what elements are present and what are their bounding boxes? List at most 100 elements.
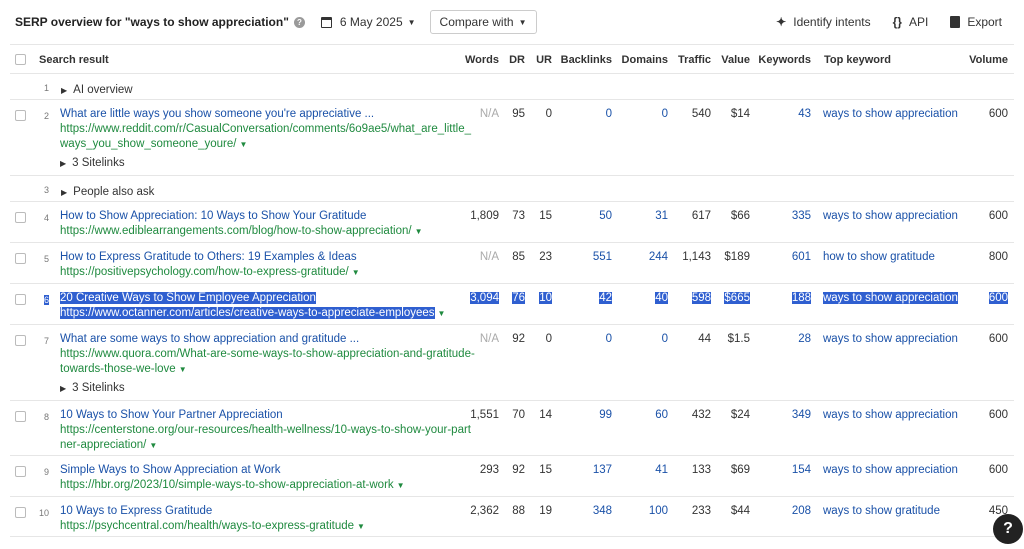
- chevron-down-icon[interactable]: ▼: [179, 365, 187, 374]
- table-header: Search result Words DR UR Backlinks Doma…: [10, 45, 1014, 74]
- top-keyword-value: ways to show gratitude: [823, 505, 940, 517]
- cell-keywords[interactable]: 28: [798, 333, 811, 345]
- cell-backlinks[interactable]: 50: [599, 210, 612, 222]
- chevron-down-icon[interactable]: ▼: [149, 441, 157, 450]
- select-all-checkbox[interactable]: [15, 54, 26, 65]
- top-keyword-link[interactable]: ways to show gratitude: [823, 505, 940, 517]
- row-checkbox[interactable]: [15, 294, 26, 305]
- top-keyword-link[interactable]: ways to show appreciation: [823, 333, 958, 345]
- section-toggle[interactable]: ▶ AI overview: [61, 84, 133, 96]
- cell-ur: 15: [539, 210, 552, 222]
- date-picker[interactable]: 6 May 2025 ▼: [320, 15, 416, 29]
- cell-ur-value: 15: [539, 464, 552, 476]
- chevron-down-icon[interactable]: ▼: [438, 309, 446, 318]
- result-title-link[interactable]: How to Express Gratitude to Others: 19 E…: [60, 251, 357, 263]
- row-checkbox[interactable]: [15, 507, 26, 518]
- chevron-down-icon[interactable]: ▼: [357, 522, 365, 531]
- top-keyword-link[interactable]: ways to show appreciation: [823, 292, 958, 304]
- top-keyword-link[interactable]: ways to show appreciation: [823, 108, 958, 120]
- col-top-keyword[interactable]: Top keyword: [824, 54, 891, 66]
- chevron-down-icon[interactable]: ▼: [352, 268, 360, 277]
- cell-keywords[interactable]: 154: [792, 464, 811, 476]
- sitelinks-toggle[interactable]: ▶ 3 Sitelinks: [60, 157, 125, 169]
- cell-domains[interactable]: 244: [649, 251, 668, 263]
- chevron-down-icon[interactable]: ▼: [397, 481, 405, 490]
- col-domains[interactable]: Domains: [622, 54, 668, 66]
- col-keywords[interactable]: Keywords: [758, 54, 811, 66]
- top-keyword-value: ways to show appreciation: [823, 108, 958, 120]
- top-keyword-link[interactable]: ways to show appreciation: [823, 409, 958, 421]
- url-line: https://www.octanner.com/articles/creati…: [60, 306, 445, 321]
- cell-keywords-value: 208: [791, 505, 811, 517]
- cell-backlinks[interactable]: 348: [593, 505, 612, 517]
- row-checkbox[interactable]: [15, 110, 26, 121]
- row-checkbox[interactable]: [15, 466, 26, 477]
- cell-keywords[interactable]: 188: [791, 292, 811, 304]
- identify-intents-button[interactable]: ✦ Identify intents: [776, 15, 870, 29]
- url-text: towards-those-we-love: [60, 363, 176, 375]
- cell-keywords[interactable]: 349: [792, 409, 811, 421]
- cell-keywords[interactable]: 601: [792, 251, 811, 263]
- row-checkbox[interactable]: [15, 253, 26, 264]
- result-url-link[interactable]: https://www.quora.com/What-are-some-ways…: [60, 347, 475, 377]
- cell-domains[interactable]: 100: [649, 505, 668, 517]
- row-checkbox[interactable]: [15, 411, 26, 422]
- row-checkbox[interactable]: [15, 212, 26, 223]
- help-icon[interactable]: ?: [293, 16, 305, 28]
- result-url-link[interactable]: https://www.reddit.com/r/CasualConversat…: [60, 122, 471, 152]
- cell-domains[interactable]: 0: [662, 108, 668, 120]
- cell-keywords[interactable]: 208: [792, 505, 811, 517]
- cell-domains[interactable]: 31: [655, 210, 668, 222]
- cell-domains[interactable]: 41: [655, 464, 668, 476]
- col-dr[interactable]: DR: [509, 54, 525, 66]
- col-value[interactable]: Value: [721, 54, 750, 66]
- result-url-link[interactable]: https://positivepsychology.com/how-to-ex…: [60, 265, 360, 280]
- row-checkbox[interactable]: [15, 335, 26, 346]
- cell-domains[interactable]: 0: [662, 333, 668, 345]
- cell-ur-value: 19: [539, 505, 552, 517]
- result-url-link[interactable]: https://psychcentral.com/health/ways-to-…: [60, 519, 365, 534]
- sitelinks-toggle[interactable]: ▶ 3 Sitelinks: [60, 382, 125, 394]
- col-ur[interactable]: UR: [536, 54, 552, 66]
- compare-with-button[interactable]: Compare with ▼: [429, 10, 537, 34]
- cell-words-value: N/A: [479, 108, 499, 120]
- col-words[interactable]: Words: [465, 54, 499, 66]
- cell-domains-value: 60: [655, 409, 668, 421]
- top-keyword-link[interactable]: how to show gratitude: [823, 251, 935, 263]
- cell-backlinks[interactable]: 99: [599, 409, 612, 421]
- cell-keywords[interactable]: 43: [798, 108, 811, 120]
- result-url-link[interactable]: https://centerstone.org/our-resources/he…: [60, 423, 471, 453]
- cell-domains[interactable]: 40: [655, 292, 668, 304]
- result-url-link[interactable]: https://hbr.org/2023/10/simple-ways-to-s…: [60, 478, 405, 493]
- api-button[interactable]: {} API: [893, 15, 929, 29]
- cell-keywords[interactable]: 335: [792, 210, 811, 222]
- cell-domains[interactable]: 60: [655, 409, 668, 421]
- chevron-down-icon[interactable]: ▼: [239, 140, 247, 149]
- result-title-link[interactable]: 10 Ways to Show Your Partner Appreciatio…: [60, 409, 283, 421]
- col-volume[interactable]: Volume: [969, 54, 1008, 66]
- cell-backlinks[interactable]: 0: [606, 333, 612, 345]
- result-title-link[interactable]: What are some ways to show appreciation …: [60, 333, 359, 345]
- chevron-down-icon[interactable]: ▼: [415, 227, 423, 236]
- col-backlinks[interactable]: Backlinks: [561, 54, 612, 66]
- result-title-link[interactable]: What are little ways you show someone yo…: [60, 108, 374, 120]
- cell-dr: 92: [512, 333, 525, 345]
- section-toggle[interactable]: ▶ People also ask: [61, 186, 154, 198]
- cell-ur-value: 15: [539, 210, 552, 222]
- result-title-link[interactable]: Simple Ways to Show Appreciation at Work: [60, 464, 281, 476]
- help-chat-button[interactable]: ?: [993, 514, 1023, 544]
- result-title-link[interactable]: 20 Creative Ways to Show Employee Apprec…: [60, 292, 316, 304]
- cell-dr-value: 76: [512, 292, 525, 304]
- cell-backlinks[interactable]: 0: [606, 108, 612, 120]
- result-title-link[interactable]: 10 Ways to Express Gratitude: [60, 505, 212, 517]
- col-traffic[interactable]: Traffic: [678, 54, 711, 66]
- result-url-link[interactable]: https://www.ediblearrangements.com/blog/…: [60, 224, 423, 239]
- export-button[interactable]: Export: [950, 15, 1002, 29]
- result-url-link[interactable]: https://www.octanner.com/articles/creati…: [60, 306, 445, 321]
- top-keyword-link[interactable]: ways to show appreciation: [823, 210, 958, 222]
- cell-backlinks[interactable]: 551: [593, 251, 612, 263]
- top-keyword-link[interactable]: ways to show appreciation: [823, 464, 958, 476]
- cell-backlinks[interactable]: 137: [593, 464, 612, 476]
- result-title-link[interactable]: How to Show Appreciation: 10 Ways to Sho…: [60, 210, 366, 222]
- cell-backlinks[interactable]: 42: [599, 292, 612, 304]
